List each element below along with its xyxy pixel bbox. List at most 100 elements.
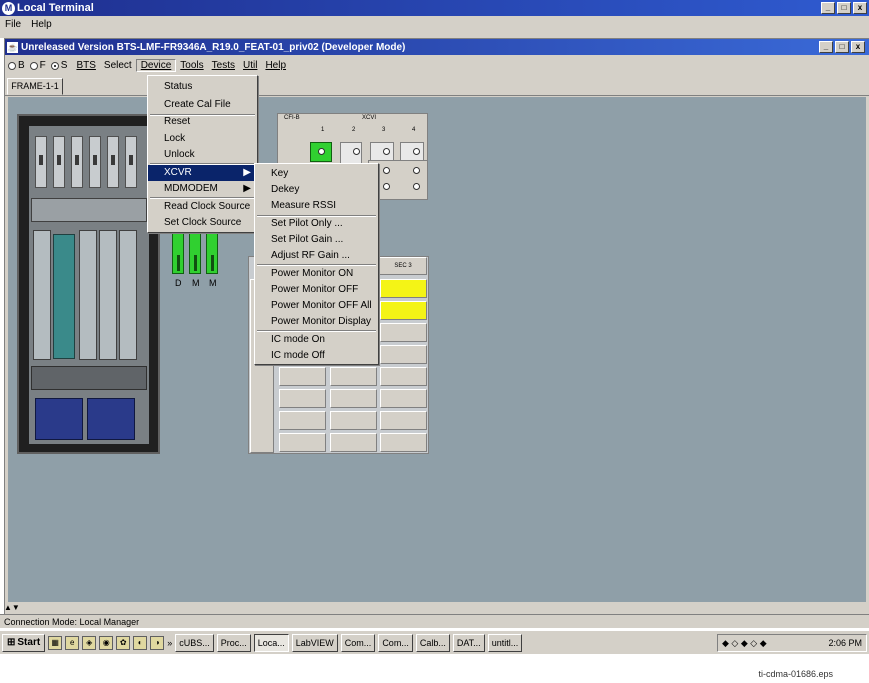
sector-cell[interactable] xyxy=(380,345,427,364)
sector-cell[interactable] xyxy=(380,389,427,408)
taskbar-btn-proc[interactable]: Proc... xyxy=(216,633,251,652)
outer-title-bar: M Local Terminal _ □ x xyxy=(0,0,869,16)
menu-help[interactable]: Help xyxy=(31,19,52,30)
sector-cell[interactable] xyxy=(279,411,326,430)
sector-cell[interactable] xyxy=(330,411,377,430)
outer-minimize-button[interactable]: _ xyxy=(821,2,835,14)
quicklaunch-app4-icon[interactable]: ◐ xyxy=(133,635,148,650)
xcvr-ic-mode-off[interactable]: IC mode Off xyxy=(255,348,378,364)
taskbar-btn-local[interactable]: Loca... xyxy=(253,633,289,652)
xcvr-key[interactable]: Key xyxy=(255,166,378,182)
sector-cell[interactable] xyxy=(279,367,326,386)
taskbar: ⊞ Start ▦ e ◈ ◉ ✿ ◐ ◑ » cUBS... Proc... … xyxy=(0,630,869,654)
xcvr-set-pilot-only[interactable]: Set Pilot Only ... xyxy=(255,216,378,232)
menu-file[interactable]: File xyxy=(5,19,21,30)
sector-cell[interactable] xyxy=(380,433,427,452)
sector-cell[interactable] xyxy=(380,411,427,430)
xcvr-num-4: 4 xyxy=(412,127,416,133)
sector-cell[interactable] xyxy=(380,367,427,386)
outer-close-button[interactable]: x xyxy=(853,2,867,14)
tray-icons[interactable]: ◆ ◇ ◆ ◇ ◆ xyxy=(722,638,767,649)
taskbar-btn-com2[interactable]: Com... xyxy=(378,633,413,652)
xcvr-slot-2[interactable] xyxy=(340,142,362,164)
device-menu-set-clock-source[interactable]: Set Clock Source xyxy=(148,215,257,231)
radio-b[interactable]: B xyxy=(8,60,25,71)
quicklaunch-ie-icon[interactable]: e xyxy=(65,635,80,650)
sector-cell-yellow-2[interactable] xyxy=(380,301,427,320)
taskbar-btn-com1[interactable]: Com... xyxy=(340,633,376,652)
sector-cell[interactable] xyxy=(279,433,326,452)
outer-restore-button[interactable]: □ xyxy=(837,2,851,14)
xcvr-header-left: CFI-B xyxy=(284,115,300,121)
system-tray: ◆ ◇ ◆ ◇ ◆ 2:06 PM xyxy=(717,634,867,652)
dmm-led-d[interactable] xyxy=(172,232,184,274)
sector-cell[interactable] xyxy=(279,389,326,408)
device-menu: Status Create Cal File Reset Lock Unlock… xyxy=(147,75,258,233)
dmm-card-group[interactable]: D M M xyxy=(170,230,222,292)
xcvr-power-monitor-off-all[interactable]: Power Monitor OFF All xyxy=(255,298,378,314)
device-menu-mdmodem[interactable]: MDMODEM ▶ xyxy=(148,181,257,197)
tab-frame-1-1[interactable]: FRAME-1-1 xyxy=(7,78,63,95)
xcvr-ic-mode-on[interactable]: IC mode On xyxy=(255,332,378,348)
device-menu-xcvr[interactable]: XCVR ▶ xyxy=(148,165,257,181)
device-menu-create-cal-file[interactable]: Create Cal File xyxy=(148,97,257,113)
inner-close-button[interactable]: x xyxy=(851,41,865,53)
quicklaunch-app5-icon[interactable]: ◑ xyxy=(150,635,165,650)
split-pane-arrows-icon[interactable]: ▲▼ xyxy=(4,603,24,613)
quicklaunch-more-icon[interactable]: » xyxy=(167,638,172,648)
sector-cell[interactable] xyxy=(380,323,427,342)
outer-window-title: Local Terminal xyxy=(17,2,94,14)
dmm-led-m1[interactable] xyxy=(189,232,201,274)
menu-util[interactable]: Util xyxy=(239,60,261,71)
motorola-logo-icon: M xyxy=(2,1,15,15)
radio-f[interactable]: F xyxy=(29,60,46,71)
bts-cabinet-image[interactable] xyxy=(17,114,160,454)
menu-select[interactable]: Select xyxy=(100,60,136,71)
java-icon: ☕ xyxy=(7,41,18,53)
xcvr-adjust-rf-gain[interactable]: Adjust RF Gain ... xyxy=(255,248,378,264)
quicklaunch-app2-icon[interactable]: ◉ xyxy=(99,635,114,650)
dmm-led-m2[interactable] xyxy=(206,232,218,274)
dmm-label-m1: M xyxy=(192,278,200,288)
menu-help-inner[interactable]: Help xyxy=(261,60,290,71)
xcvr-set-pilot-gain[interactable]: Set Pilot Gain ... xyxy=(255,232,378,248)
taskbar-btn-cubs[interactable]: cUBS... xyxy=(175,633,214,652)
sector-cell[interactable] xyxy=(330,433,377,452)
quicklaunch-app3-icon[interactable]: ✿ xyxy=(116,635,131,650)
sector-cell-yellow-1[interactable] xyxy=(380,279,427,298)
inner-minimize-button[interactable]: _ xyxy=(819,41,833,53)
quicklaunch-app-icon[interactable]: ◈ xyxy=(82,635,97,650)
device-menu-reset[interactable]: Reset xyxy=(148,114,257,130)
start-button[interactable]: ⊞ Start xyxy=(2,633,46,652)
taskbar-btn-calb[interactable]: Calb... xyxy=(415,633,450,652)
quicklaunch-desktop-icon[interactable]: ▦ xyxy=(48,635,63,650)
xcvr-power-monitor-off[interactable]: Power Monitor OFF xyxy=(255,282,378,298)
menu-device[interactable]: Device xyxy=(135,59,177,72)
menu-bts[interactable]: BTS xyxy=(72,60,99,71)
taskbar-btn-untitled[interactable]: untitl... xyxy=(487,633,523,652)
windows-logo-icon: ⊞ xyxy=(7,637,16,648)
tab-row xyxy=(5,76,869,96)
taskbar-btn-labview[interactable]: LabVIEW xyxy=(291,633,338,652)
tray-clock[interactable]: 2:06 PM xyxy=(828,638,862,648)
xcvr-submenu: Key Dekey Measure RSSI Set Pilot Only ..… xyxy=(254,163,379,365)
sector-cell[interactable] xyxy=(330,389,377,408)
xcvr-dekey[interactable]: Dekey xyxy=(255,182,378,198)
inner-restore-button[interactable]: □ xyxy=(835,41,849,53)
menu-tools[interactable]: Tools xyxy=(176,60,207,71)
device-menu-unlock[interactable]: Unlock xyxy=(148,147,257,163)
xcvr-num-2: 2 xyxy=(352,127,356,133)
device-menu-status[interactable]: Status xyxy=(148,79,257,95)
device-menu-lock[interactable]: Lock xyxy=(148,131,257,147)
taskbar-btn-dat[interactable]: DAT... xyxy=(452,633,485,652)
xcvr-power-monitor-on[interactable]: Power Monitor ON xyxy=(255,266,378,282)
xcvr-power-monitor-display[interactable]: Power Monitor Display xyxy=(255,314,378,330)
menu-tests[interactable]: Tests xyxy=(208,60,239,71)
xcvr-measure-rssi[interactable]: Measure RSSI xyxy=(255,198,378,214)
dmm-label-d: D xyxy=(175,278,182,288)
sector-cell[interactable] xyxy=(330,367,377,386)
radio-s[interactable]: S xyxy=(50,60,67,71)
device-menu-read-clock-source[interactable]: Read Clock Source xyxy=(148,199,257,215)
dmm-label-m2: M xyxy=(209,278,217,288)
xcvr-slot-1-green[interactable] xyxy=(310,142,332,162)
